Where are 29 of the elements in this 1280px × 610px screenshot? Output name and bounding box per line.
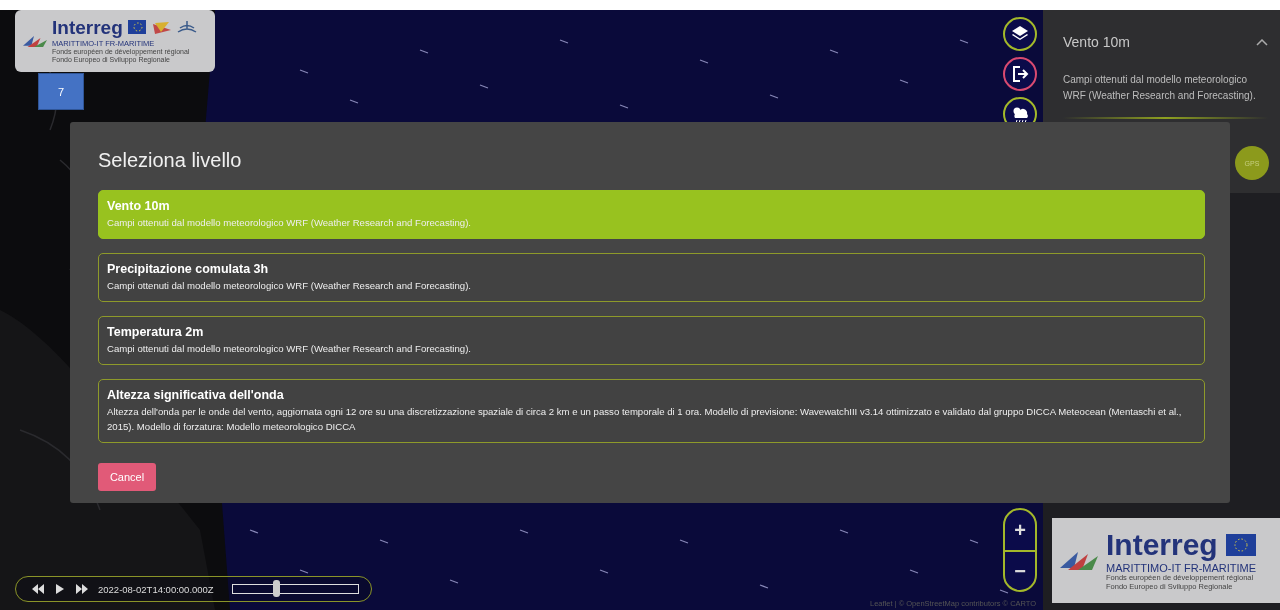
number-badge: 7 [38, 73, 84, 110]
level-option[interactable]: Precipitazione comulata 3h Campi ottenuti dal modello meteorologico WRF (Weather Research and Forecasting). [98, 253, 1205, 302]
logo-icon [1058, 549, 1098, 572]
logo-title: Interreg [52, 17, 123, 37]
logo-subtitle: MARITTIMO-IT FR-MARITIME [1106, 561, 1257, 574]
cancel-button[interactable]: Cancel [98, 463, 156, 491]
zoom-out-button[interactable]: − [1005, 550, 1035, 590]
level-option[interactable]: Altezza significativa dell'onda Altezza dell'onda per le onde del vento, aggiornata ogni 12 ore su una discretizzazione spaziale di circa 2 km e un passo temporale di 1 ora. Modello di previsione: WavewatchIII v3.14 ottimizzato e validato dal gruppo DICCA Meteocean (Mentaschi et al., 2015). Modello di forzatura: Modello meteorologico DICCA [98, 379, 1205, 443]
panel-description: Campi ottenuti dal modello meteorologico WRF (Weather Research and Forecasting). [1063, 73, 1257, 103]
wave-icon [175, 20, 198, 35]
flag-icon [1225, 533, 1256, 556]
slider-thumb[interactable] [273, 580, 281, 597]
dialog-title: Seleziona livello [98, 148, 243, 173]
fast-forward-button[interactable] [76, 584, 88, 594]
flag-icon [127, 20, 146, 35]
level-option[interactable]: Temperatura 2m Campi ottenuti dal modello meteorologico WRF (Weather Research and Forecasting). [98, 316, 1205, 365]
play-icon [54, 584, 66, 594]
zoom-in-button[interactable]: + [1005, 510, 1035, 550]
logout-icon [1010, 64, 1030, 84]
rewind-icon [32, 584, 44, 594]
logo-icon [21, 34, 47, 48]
logo-title: Interreg [1106, 529, 1218, 560]
fast-forward-icon [76, 584, 88, 594]
timestamp: 2022-08-02T14:00:00.000Z [98, 583, 214, 595]
rewind-button[interactable] [32, 584, 44, 594]
panel-title: Vento 10m [1063, 34, 1130, 50]
play-button[interactable] [54, 584, 66, 594]
caret-icon[interactable] [1256, 38, 1268, 46]
emblem-icon [150, 20, 171, 35]
